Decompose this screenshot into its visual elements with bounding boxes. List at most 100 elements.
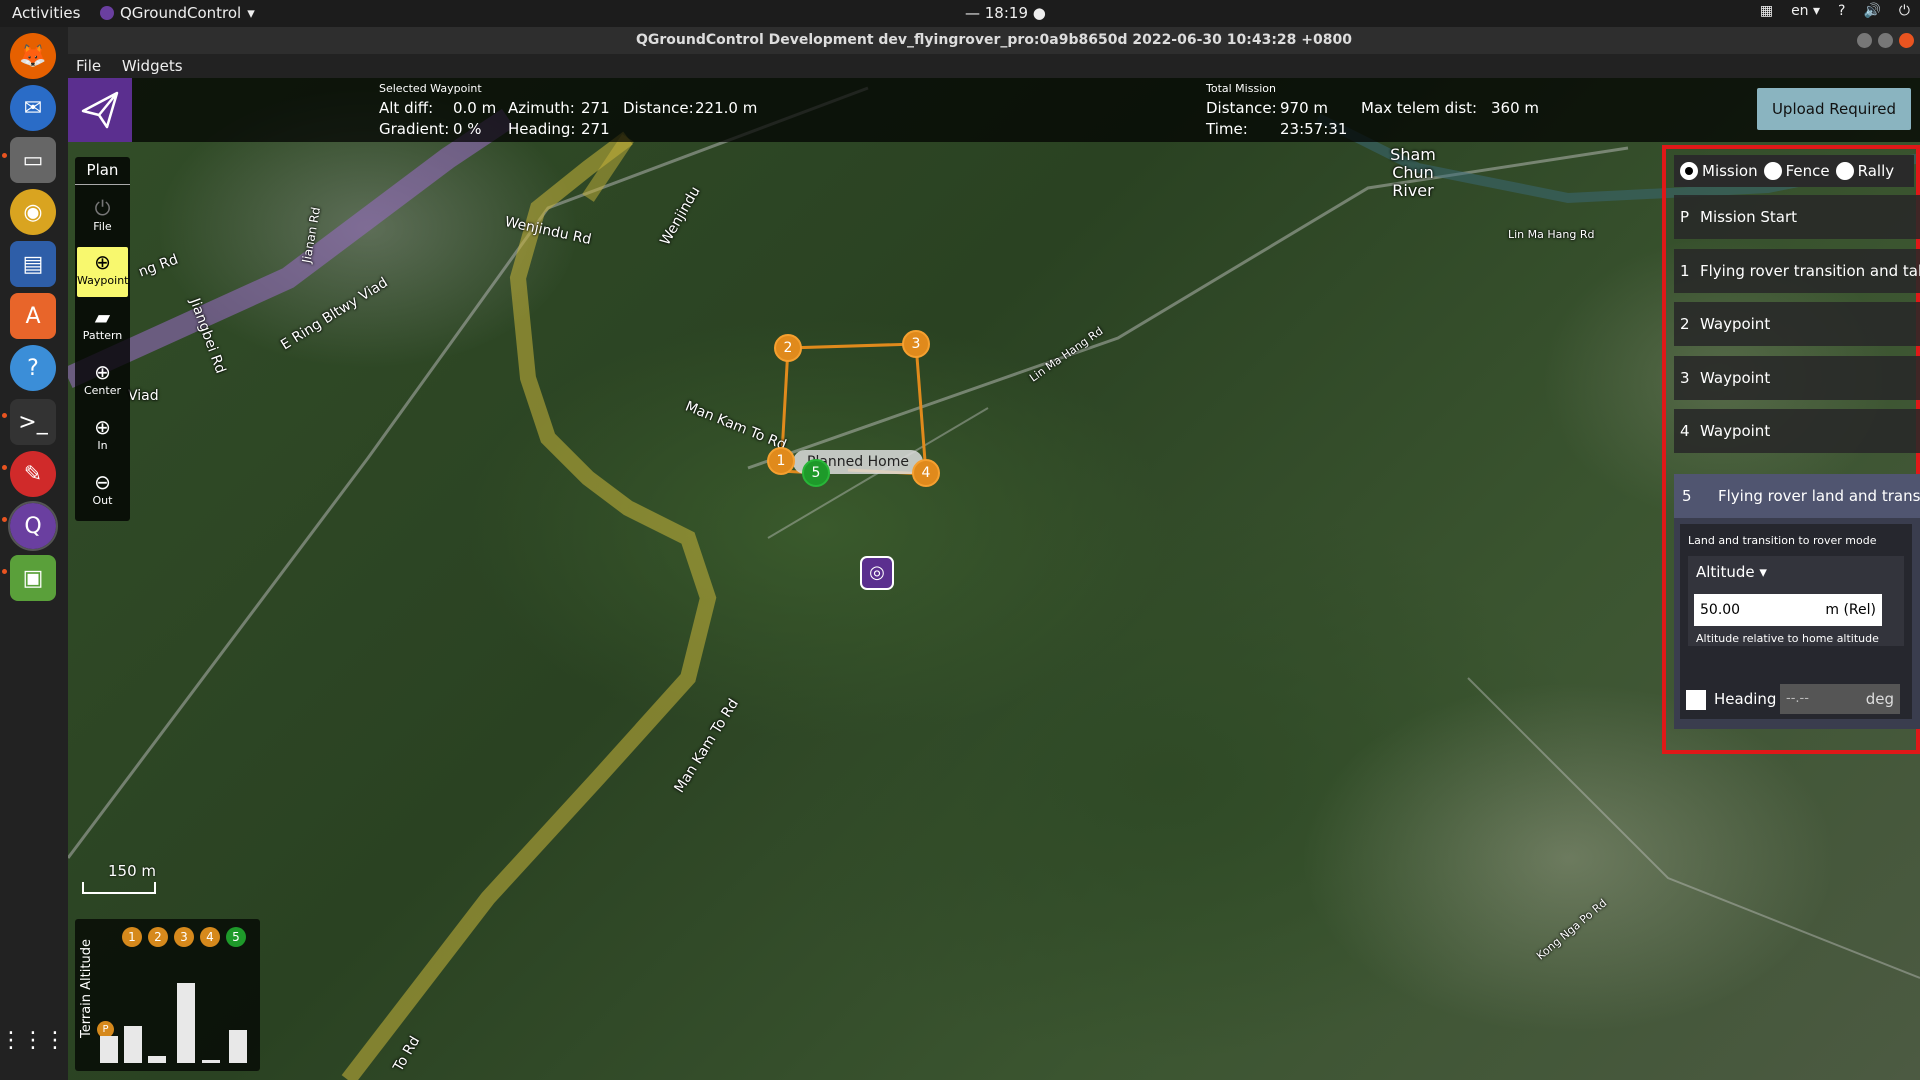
radio-rally[interactable]: Rally <box>1835 162 1895 180</box>
terrain-waypoint-3[interactable]: 3 <box>174 927 194 947</box>
satellite-map[interactable]: E Ring Bltwy Viad Viad Jiangbei Rd Jiana… <box>68 78 1920 1080</box>
mission-item-1[interactable]: 1 Flying rover transition and take <box>1674 249 1920 293</box>
mission-item-label: Waypoint <box>1700 422 1771 440</box>
waypoint-4-marker[interactable]: 4 <box>912 459 940 487</box>
menu-file[interactable]: File <box>68 54 109 78</box>
writer-icon[interactable]: ▤ <box>10 241 56 287</box>
mission-panel: Mission Fence Rally P Mission Start 1 Flyi… <box>1662 145 1920 754</box>
radio-mission-label: Mission <box>1702 162 1758 180</box>
power-icon[interactable]: ⏻ <box>1899 3 1910 19</box>
help-app-icon[interactable]: ? <box>10 345 56 391</box>
toolbar-zoom-out-button[interactable]: ⊖ Out <box>77 467 128 517</box>
altitude-mode-dropdown[interactable]: Altitude ▾ <box>1696 562 1767 582</box>
total-mission-header: Total Mission <box>1206 82 1276 95</box>
rhythmbox-icon[interactable]: ◉ <box>10 189 56 235</box>
gradient-label: Gradient: <box>379 120 450 138</box>
mission-item-number: 5 <box>1682 487 1692 505</box>
heading-checkbox[interactable] <box>1686 690 1706 710</box>
toolbar-file-label: File <box>93 220 112 233</box>
waypoint-3-marker[interactable]: 3 <box>902 330 930 358</box>
plan-toolbar: Plan ⏻ File ⊕ Waypoint ▰ Pattern ⊕ Cente… <box>75 157 130 521</box>
upload-required-button[interactable]: Upload Required <box>1757 88 1911 130</box>
scale-bar <box>82 882 156 894</box>
distance-value: 221.0 m <box>695 99 758 117</box>
terrain-altitude-profile[interactable]: Terrain Altitude 1 2 3 4 5 P <box>75 919 260 1071</box>
mission-item-start[interactable]: P Mission Start <box>1674 195 1920 239</box>
file-icon: ⏻ <box>94 196 111 220</box>
altitude-mode-label: Altitude <box>1696 563 1755 581</box>
mission-item-3[interactable]: 3 Waypoint <box>1674 356 1920 400</box>
image-viewer-icon[interactable]: ▣ <box>10 555 56 601</box>
azimuth-value: 271 <box>581 99 610 117</box>
zoom-in-icon: ⊕ <box>94 415 111 439</box>
qgroundcontrol-dock-icon[interactable]: Q <box>8 501 58 551</box>
terrain-waypoint-2[interactable]: 2 <box>148 927 168 947</box>
altitude-input[interactable]: 50.00 m (Rel) <box>1694 594 1882 626</box>
scale-label: 150 m <box>108 862 157 880</box>
altitude-unit: m (Rel) <box>1825 602 1876 618</box>
terrain-waypoint-5[interactable]: 5 <box>226 927 246 947</box>
toolbar-file-button[interactable]: ⏻ File <box>77 193 128 243</box>
plan-view-logo[interactable] <box>68 78 132 142</box>
zoom-out-icon: ⊖ <box>94 470 111 494</box>
mission-item-5-editor: 5 Flying rover land and transi Land and t… <box>1674 474 1920 729</box>
heading-row: Heading --.-- deg <box>1686 684 1904 714</box>
terrain-bar <box>202 1060 220 1063</box>
screenshot-icon[interactable]: ✎ <box>10 451 56 497</box>
heading-input[interactable]: --.-- deg <box>1780 684 1900 714</box>
add-waypoint-icon: ⊕ <box>94 250 111 274</box>
waypoint-1-marker[interactable]: 1 <box>767 447 795 475</box>
app-menu-label: QGroundControl <box>120 4 242 22</box>
caret-down-icon: ▾ <box>1754 563 1767 581</box>
radio-fence[interactable]: Fence <box>1763 162 1830 180</box>
mission-item-2[interactable]: 2 Waypoint <box>1674 302 1920 346</box>
terrain-waypoint-1[interactable]: 1 <box>122 927 142 947</box>
app-menubar: File Widgets <box>68 54 1920 78</box>
toolbar-center-button[interactable]: ⊕ Center <box>77 357 128 407</box>
show-apps-icon[interactable]: ⋮⋮⋮ <box>0 1017 66 1063</box>
mission-item-number: P <box>1680 208 1690 226</box>
toolbar-zoom-in-button[interactable]: ⊕ In <box>77 412 128 462</box>
paper-plane-icon <box>81 91 119 129</box>
toolbar-pattern-button[interactable]: ▰ Pattern <box>77 302 128 352</box>
waypoint-2-marker[interactable]: 2 <box>774 334 802 362</box>
mission-item-5-header[interactable]: 5 Flying rover land and transi <box>1674 474 1920 518</box>
vehicle-icon[interactable]: ◎ <box>860 556 894 590</box>
plan-type-selector: Mission Fence Rally <box>1674 155 1914 187</box>
software-center-icon[interactable]: A <box>10 293 56 339</box>
files-icon[interactable]: ▭ <box>10 137 56 183</box>
mission-item-number: 3 <box>1680 369 1690 387</box>
window-titlebar: QGroundControl Development dev_flyingrov… <box>68 27 1920 54</box>
app-menu[interactable]: QGroundControl ▾ <box>100 4 255 22</box>
time-value: 23:57:31 <box>1280 120 1348 138</box>
minimize-button[interactable] <box>1857 33 1872 48</box>
mission-item-4[interactable]: 4 Waypoint <box>1674 409 1920 453</box>
toolbar-zoom-in-label: In <box>97 439 108 452</box>
radio-rally-label: Rally <box>1857 162 1895 180</box>
chevron-down-icon: ▾ <box>247 4 255 22</box>
thunderbird-icon[interactable]: ✉ <box>10 85 56 131</box>
toolbar-waypoint-label: Waypoint <box>77 274 129 287</box>
terrain-bar <box>177 983 195 1063</box>
toolbar-waypoint-button[interactable]: ⊕ Waypoint <box>77 247 128 297</box>
activities-button[interactable]: Activities <box>12 4 80 22</box>
close-button[interactable] <box>1899 33 1914 48</box>
firefox-icon[interactable]: 🦊 <box>10 33 56 79</box>
help-icon[interactable]: ? <box>1838 3 1845 19</box>
volume-icon[interactable]: 🔊 <box>1863 3 1880 19</box>
keyboard-icon[interactable]: ▦ <box>1760 3 1773 19</box>
mission-stats-bar: Selected Waypoint Alt diff: 0.0 m Azimut… <box>68 78 1920 142</box>
clock[interactable]: — 18:19 ● <box>965 4 1046 22</box>
mission-item-label: Waypoint <box>1700 315 1771 333</box>
terminal-icon[interactable]: >_ <box>10 399 56 445</box>
waypoint-5-marker[interactable]: 5 <box>802 459 830 487</box>
radio-mission[interactable]: Mission <box>1680 162 1758 180</box>
language-selector[interactable]: en ▾ <box>1791 3 1820 19</box>
maximize-button[interactable] <box>1878 33 1893 48</box>
heading-label: Heading: <box>508 120 576 138</box>
system-tray: ▦ en ▾ ? 🔊 ⏻ <box>1760 3 1910 19</box>
time-label: Time: <box>1206 120 1248 138</box>
menu-widgets[interactable]: Widgets <box>114 54 191 78</box>
total-distance-label: Distance: <box>1206 99 1277 117</box>
terrain-waypoint-4[interactable]: 4 <box>200 927 220 947</box>
